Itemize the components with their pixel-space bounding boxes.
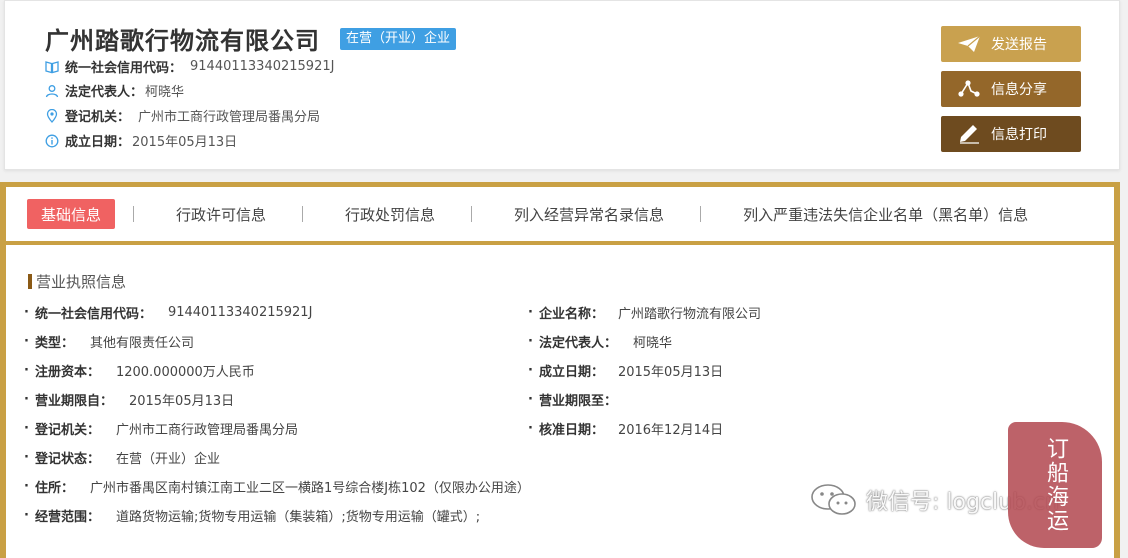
field-reg-capital: · 注册资本： 1200.000000万人民币 bbox=[24, 361, 255, 380]
found-date-label: 成立日期： bbox=[65, 135, 131, 150]
location-pin-icon bbox=[45, 108, 59, 123]
bullet: · bbox=[528, 305, 533, 320]
bullet: · bbox=[528, 392, 533, 407]
bullet: · bbox=[24, 305, 29, 320]
field-value: 2015年05月13日 bbox=[617, 365, 724, 380]
credit-code-line: 统一社会信用代码： 91440113340215921J bbox=[45, 57, 334, 76]
paper-plane-icon bbox=[957, 34, 981, 54]
bullet: · bbox=[24, 363, 29, 378]
seal-watermark: 订船海运 bbox=[1008, 422, 1102, 548]
tab-basic-info[interactable]: 基础信息 bbox=[27, 199, 116, 229]
field-reg-status: · 登记状态： 在营（开业）企业 bbox=[24, 448, 220, 467]
bullet: · bbox=[24, 334, 29, 349]
legal-rep-line: 法定代表人： 柯晓华 bbox=[45, 81, 184, 100]
pencil-icon bbox=[957, 124, 981, 144]
person-icon bbox=[45, 84, 59, 98]
status-badge: 在营（开业）企业 bbox=[340, 27, 457, 50]
reg-authority-line: 登记机关： 广州市工商行政管理局番禺分局 bbox=[45, 106, 320, 125]
share-info-button[interactable]: 信息分享 bbox=[941, 71, 1081, 107]
field-address: · 住所： 广州市番禺区南村镇江南工业二区一横路1号综合楼J栋102（仅限办公用… bbox=[24, 477, 530, 496]
bullet: · bbox=[24, 508, 29, 523]
tab-blacklist[interactable]: 列入严重违法失信企业名单（黑名单）信息 bbox=[743, 199, 1028, 229]
tab-admin-penalty[interactable]: 行政处罚信息 bbox=[345, 199, 435, 229]
tab-divider bbox=[700, 206, 702, 222]
field-reg-authority: · 登记机关： 广州市工商行政管理局番禺分局 bbox=[24, 419, 298, 438]
field-label: 注册资本： bbox=[34, 365, 100, 380]
field-found-date: · 成立日期： 2015年05月13日 bbox=[528, 361, 723, 380]
section-title-bar bbox=[28, 274, 32, 289]
bullet: · bbox=[24, 392, 29, 407]
reg-authority-value: 广州市工商行政管理局番禺分局 bbox=[138, 110, 321, 125]
print-info-label: 信息打印 bbox=[991, 127, 1047, 143]
field-label: 住所： bbox=[34, 481, 74, 496]
field-approval-date: · 核准日期： 2016年12月14日 bbox=[528, 419, 723, 438]
seal-watermark-text: 订船海运 bbox=[1043, 437, 1068, 533]
field-label: 统一社会信用代码： bbox=[34, 307, 152, 322]
field-scope: · 经营范围： 道路货物运输;货物专用运输（集装箱）;货物专用运输（罐式）; bbox=[24, 506, 480, 525]
tab-divider bbox=[133, 206, 135, 222]
found-date-line: 成立日期： 2015年05月13日 bbox=[45, 131, 237, 150]
section-title: 营业执照信息 bbox=[28, 271, 126, 292]
bullet: · bbox=[24, 450, 29, 465]
legal-rep-label: 法定代表人： bbox=[65, 85, 144, 100]
book-icon bbox=[45, 60, 59, 74]
field-label: 类型： bbox=[34, 336, 74, 351]
field-value: 柯晓华 bbox=[632, 336, 672, 351]
section-title-text: 营业执照信息 bbox=[36, 273, 127, 291]
share-info-label: 信息分享 bbox=[991, 82, 1047, 98]
info-icon bbox=[45, 134, 59, 148]
send-report-label: 发送报告 bbox=[991, 37, 1047, 53]
field-label: 营业期限自： bbox=[34, 394, 113, 409]
field-label: 经营范围： bbox=[34, 510, 100, 525]
tabs-bar: 基础信息 行政许可信息 行政处罚信息 列入经营异常名录信息 列入严重违法失信企业… bbox=[6, 187, 1114, 241]
tab-divider bbox=[471, 206, 473, 222]
field-value: 其他有限责任公司 bbox=[89, 336, 194, 351]
print-info-button[interactable]: 信息打印 bbox=[941, 116, 1081, 152]
company-header-card: 广州踏歌行物流有限公司 在营（开业）企业 统一社会信用代码： 914401133… bbox=[4, 0, 1120, 170]
field-label: 登记机关： bbox=[34, 423, 100, 438]
field-label: 成立日期： bbox=[538, 365, 604, 380]
field-value: 2016年12月14日 bbox=[617, 423, 724, 438]
bullet: · bbox=[528, 363, 533, 378]
tab-divider bbox=[302, 206, 304, 222]
field-value: 2015年05月13日 bbox=[128, 394, 235, 409]
field-value: 在营（开业）企业 bbox=[115, 452, 220, 467]
field-term-to: · 营业期限至： bbox=[528, 390, 631, 409]
bullet: · bbox=[528, 334, 533, 349]
bullet: · bbox=[24, 479, 29, 494]
bullet: · bbox=[528, 421, 533, 436]
send-report-button[interactable]: 发送报告 bbox=[941, 26, 1081, 62]
field-value: 1200.000000万人民币 bbox=[115, 365, 255, 380]
field-label: 核准日期： bbox=[538, 423, 604, 438]
field-label: 登记状态： bbox=[34, 452, 100, 467]
field-label: 企业名称： bbox=[538, 307, 604, 322]
tab-admin-license[interactable]: 行政许可信息 bbox=[176, 199, 266, 229]
field-company-name: · 企业名称： 广州踏歌行物流有限公司 bbox=[528, 303, 761, 322]
credit-code-value: 91440113340215921J bbox=[190, 59, 335, 74]
legal-rep-value: 柯晓华 bbox=[145, 85, 185, 100]
field-credit-code: · 统一社会信用代码： 91440113340215921J bbox=[24, 303, 312, 322]
tab-abnormal-list[interactable]: 列入经营异常名录信息 bbox=[514, 199, 664, 229]
wechat-icon bbox=[810, 482, 858, 518]
field-label: 营业期限至： bbox=[538, 394, 617, 409]
field-value: 广州市工商行政管理局番禺分局 bbox=[115, 423, 298, 438]
bullet: · bbox=[24, 421, 29, 436]
found-date-value: 2015年05月13日 bbox=[132, 135, 238, 150]
share-icon bbox=[957, 79, 981, 99]
field-value: 道路货物运输;货物专用运输（集装箱）;货物专用运输（罐式）; bbox=[115, 510, 481, 525]
company-name: 广州踏歌行物流有限公司 bbox=[45, 27, 320, 55]
field-value: 广州踏歌行物流有限公司 bbox=[617, 307, 761, 322]
reg-authority-label: 登记机关： bbox=[65, 110, 131, 125]
field-term-from: · 营业期限自： 2015年05月13日 bbox=[24, 390, 234, 409]
field-type: · 类型： 其他有限责任公司 bbox=[24, 332, 194, 351]
field-legal-rep: · 法定代表人： 柯晓华 bbox=[528, 332, 672, 351]
company-title-row: 广州踏歌行物流有限公司 在营（开业）企业 bbox=[45, 21, 457, 56]
field-value: 91440113340215921J bbox=[167, 305, 313, 320]
field-label: 法定代表人： bbox=[538, 336, 617, 351]
field-value: 广州市番禺区南村镇江南工业二区一横路1号综合楼J栋102（仅限办公用途） bbox=[89, 481, 530, 496]
credit-code-label: 统一社会信用代码： bbox=[65, 61, 183, 76]
